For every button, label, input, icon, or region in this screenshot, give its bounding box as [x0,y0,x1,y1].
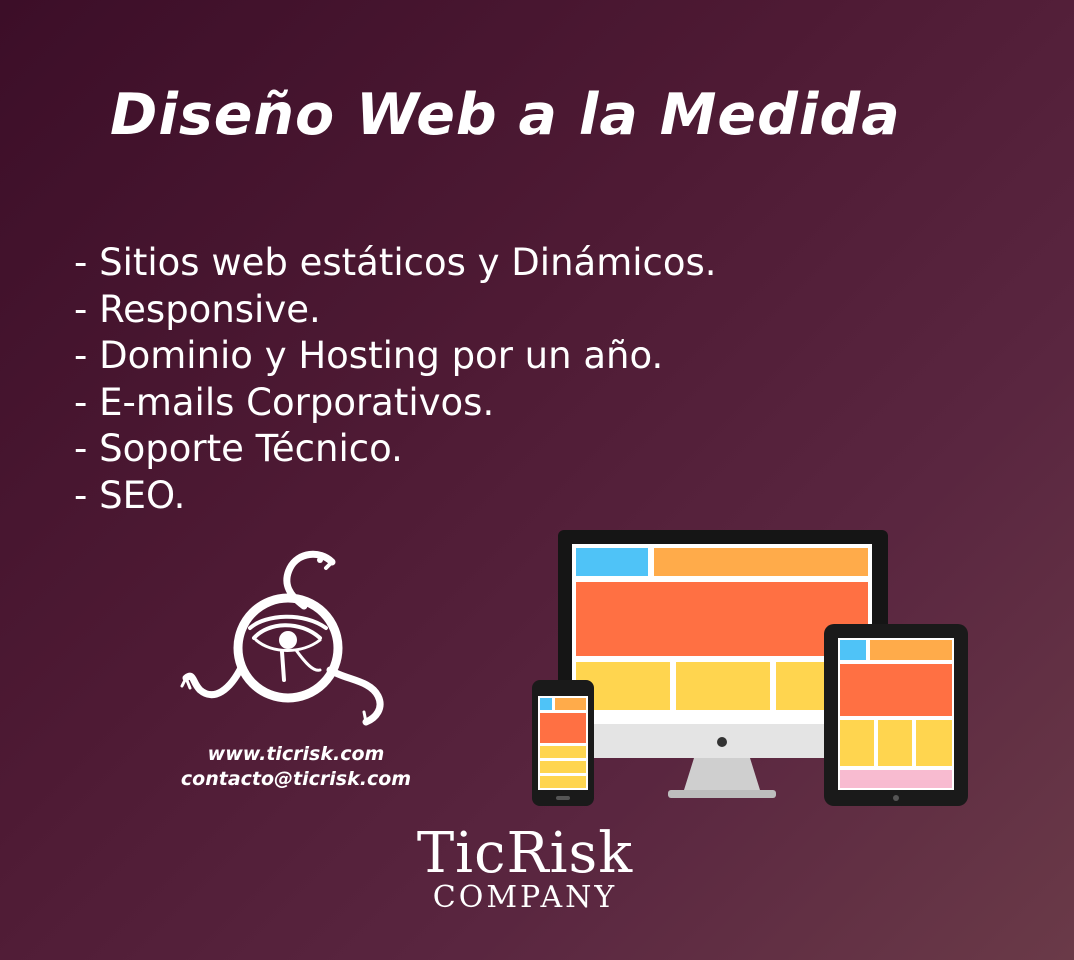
feature-list: - Sitios web estáticos y Dinámicos. - Re… [74,240,717,519]
tablet-icon [824,624,968,806]
page-title: Diseño Web a la Medida [110,82,901,148]
brand-subtitle: COMPANY [432,880,618,915]
feature-item-dominio-hosting: - Dominio y Hosting por un año. [74,334,664,377]
contact-info: www.ticrisk.com contacto@ticrisk.com [146,742,446,792]
feature-item-emails: - E-mails Corporativos. [74,380,495,424]
email-link[interactable]: contacto@ticrisk.com [146,767,446,792]
serpent-eye-logo-icon [180,550,384,726]
phone-icon [532,680,594,806]
feature-item-seo: - SEO. [74,473,186,517]
responsive-devices-icon [532,530,968,806]
feature-item-sitios-web: - Sitios web estáticos y Dinámicos. [74,241,717,284]
website-link[interactable]: www.ticrisk.com [146,742,446,767]
brand-name: TicRisk [416,821,634,886]
brand-logo: TicRisk COMPANY [400,822,650,916]
feature-item-soporte: - Soporte Técnico. [74,427,403,470]
feature-item-responsive: - Responsive. [74,287,321,331]
